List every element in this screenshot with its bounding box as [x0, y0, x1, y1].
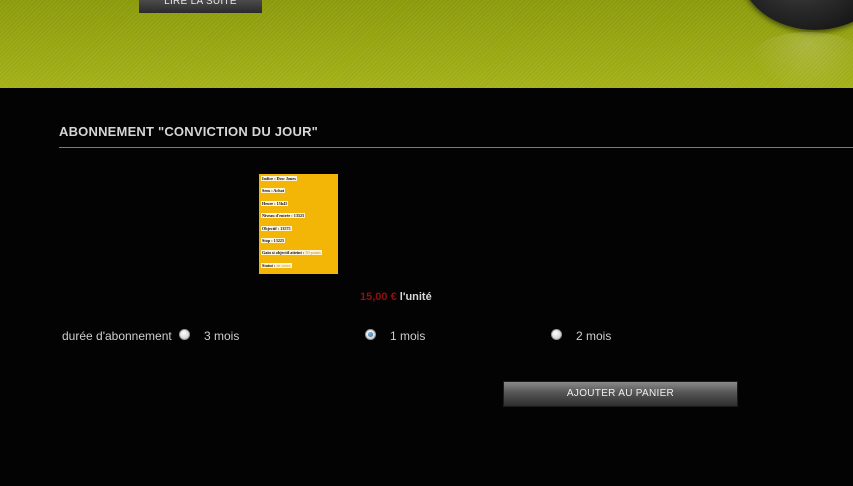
header-banner: LIRE LA SUITE [0, 0, 853, 88]
thumb-line-index: Indice : Dow Jones [261, 176, 297, 181]
price-unit: l'unité [399, 291, 432, 303]
globe-reflection [748, 32, 853, 88]
thumb-line-entry: Niveau d'entrée : 13525 [261, 213, 306, 219]
radio-label-1-month[interactable]: 1 mois [390, 329, 425, 343]
globe-icon [740, 0, 853, 30]
product-thumbnail[interactable]: Indice : Dow Jones Sens : Achat Heure : … [259, 174, 338, 274]
radio-label-3-months[interactable]: 3 mois [204, 329, 239, 343]
radio-label-2-months[interactable]: 2 mois [576, 329, 611, 343]
thumb-line-direction: Sens : Achat [261, 188, 286, 194]
radio-3-months[interactable] [179, 329, 190, 340]
add-to-cart-button[interactable]: AJOUTER AU PANIER [503, 381, 738, 407]
thumb-line-status: Statut : en cours [261, 262, 292, 268]
price-value: 15,00 € [360, 291, 397, 303]
thumb-line-stop: Stop : 13225 [261, 237, 286, 243]
title-divider [59, 147, 853, 148]
thumb-line-target: Objectif : 13575 [261, 225, 292, 231]
read-more-button[interactable]: LIRE LA SUITE [139, 0, 262, 13]
thumb-line-gain: Gain si objectif atteint : 50 points [261, 250, 322, 256]
page-title: ABONNEMENT "CONVICTION DU JOUR" [59, 124, 319, 139]
radio-1-month[interactable] [365, 329, 376, 340]
price: 15,00 € l'unité [360, 291, 432, 303]
subscription-duration-label: durée d'abonnement [62, 329, 172, 343]
radio-2-months[interactable] [551, 329, 562, 340]
thumb-line-time: Heure : 15h45 [261, 200, 289, 206]
